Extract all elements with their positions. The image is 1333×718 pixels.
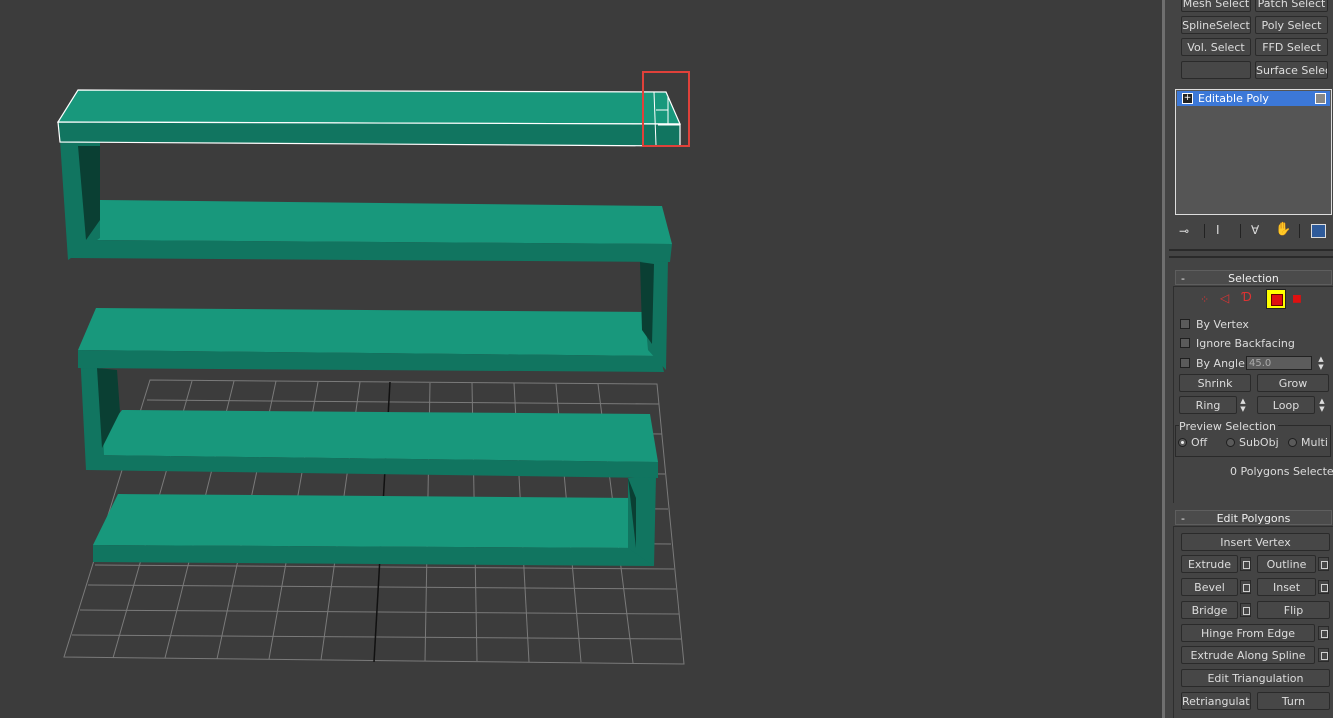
selection-status: 0 Polygons Selected [1230, 465, 1333, 478]
outline-button[interactable]: Outline [1257, 555, 1316, 573]
extrude-spline-settings-icon[interactable] [1318, 648, 1329, 662]
perspective-viewport[interactable] [0, 0, 1162, 718]
outline-settings-icon[interactable] [1318, 557, 1329, 571]
stack-item-editable-poly[interactable]: + Editable Poly [1177, 91, 1330, 106]
show-end-result-icon[interactable]: Ⅰ [1216, 223, 1220, 237]
by-vertex-label: By Vertex [1196, 318, 1249, 331]
stack-item-label: Editable Poly [1198, 92, 1269, 105]
ignore-backfacing-checkbox[interactable] [1180, 338, 1190, 348]
extrude-along-spline-button[interactable]: Extrude Along Spline [1181, 646, 1315, 664]
rollout-title: Edit Polygons [1216, 512, 1291, 525]
configure-sets-icon[interactable] [1311, 224, 1326, 238]
pin-stack-icon[interactable]: ⊸ [1179, 224, 1189, 238]
mesh-select-button[interactable]: Mesh Select [1181, 0, 1251, 12]
stack-item-toggle-icon[interactable] [1315, 93, 1326, 104]
preview-off-radio[interactable] [1178, 438, 1187, 447]
surface-select-button[interactable]: Surface Select [1255, 61, 1328, 79]
preview-subobj-radio[interactable] [1226, 438, 1235, 447]
vertex-mode-icon[interactable]: ⁘ [1200, 293, 1209, 306]
ignore-backfacing-label: Ignore Backfacing [1196, 337, 1295, 350]
shrink-button[interactable]: Shrink [1179, 374, 1251, 392]
modify-command-panel: Mesh Select Patch Select SplineSelect Po… [1165, 0, 1333, 718]
loop-button[interactable]: Loop [1257, 396, 1315, 414]
selection-rollout-header[interactable]: - Selection [1175, 270, 1332, 285]
expand-icon[interactable]: + [1182, 93, 1193, 104]
ring-spinner[interactable]: ▲ ▼ [1238, 397, 1248, 413]
selection-rollout: ⁘ ◁ Ɗ ◼ By Vertex Ignore Backfacing By A… [1173, 286, 1333, 503]
insert-vertex-button[interactable]: Insert Vertex [1181, 533, 1330, 551]
flip-button[interactable]: Flip [1257, 601, 1330, 619]
modifier-stack-list[interactable]: + Editable Poly [1175, 89, 1332, 215]
border-mode-icon[interactable]: Ɗ [1242, 290, 1252, 304]
stack-toolbar: ⊸ Ⅰ ∀ ✋ [1175, 222, 1332, 240]
turn-button[interactable]: Turn [1257, 692, 1330, 710]
poly-select-button[interactable]: Poly Select [1255, 16, 1328, 34]
polygon-mode-icon[interactable] [1266, 289, 1286, 309]
inset-settings-icon[interactable] [1318, 580, 1329, 594]
preview-multi-radio[interactable] [1288, 438, 1297, 447]
preview-off-label: Off [1191, 436, 1208, 449]
retriangulate-button[interactable]: Retriangulate [1181, 692, 1251, 710]
rollout-title: Selection [1228, 272, 1279, 285]
make-unique-icon[interactable]: ∀ [1251, 223, 1259, 237]
extrude-settings-icon[interactable] [1240, 557, 1251, 571]
collapse-icon[interactable]: - [1181, 271, 1185, 286]
element-mode-icon[interactable]: ◼ [1292, 291, 1302, 305]
preview-multi-label: Multi [1301, 436, 1328, 449]
bridge-button[interactable]: Bridge [1181, 601, 1238, 619]
hinge-settings-icon[interactable] [1318, 626, 1329, 640]
grow-button[interactable]: Grow [1257, 374, 1329, 392]
edit-polygons-rollout: Insert Vertex Extrude Outline Bevel Inse… [1173, 526, 1333, 718]
extrude-button[interactable]: Extrude [1181, 555, 1238, 573]
angle-field[interactable]: 45.0 [1246, 356, 1312, 370]
preview-subobj-label: SubObj [1239, 436, 1279, 449]
spline-select-button[interactable]: SplineSelect [1181, 16, 1251, 34]
bevel-button[interactable]: Bevel [1181, 578, 1238, 596]
edge-mode-icon[interactable]: ◁ [1220, 291, 1229, 305]
ffd-select-button[interactable]: FFD Select [1255, 38, 1328, 56]
by-angle-label: By Angle: [1196, 357, 1249, 370]
inset-button[interactable]: Inset [1257, 578, 1316, 596]
remove-modifier-icon[interactable]: ✋ [1275, 222, 1291, 237]
loop-spinner[interactable]: ▲ ▼ [1317, 397, 1327, 413]
patch-select-button[interactable]: Patch Select [1255, 0, 1328, 12]
by-angle-checkbox[interactable] [1180, 358, 1190, 368]
collapse-icon[interactable]: - [1181, 511, 1185, 526]
edit-triangulation-button[interactable]: Edit Triangulation [1181, 669, 1330, 687]
scene-render [56, 71, 690, 665]
bridge-settings-icon[interactable] [1240, 603, 1251, 617]
hinge-from-edge-button[interactable]: Hinge From Edge [1181, 624, 1315, 642]
empty-modifier-button[interactable] [1181, 61, 1251, 79]
bevel-settings-icon[interactable] [1240, 580, 1251, 594]
vol-select-button[interactable]: Vol. Select [1181, 38, 1251, 56]
preview-selection-label: Preview Selection [1179, 420, 1279, 433]
edit-polygons-rollout-header[interactable]: - Edit Polygons [1175, 510, 1332, 525]
by-vertex-checkbox[interactable] [1180, 319, 1190, 329]
ring-button[interactable]: Ring [1179, 396, 1237, 414]
preview-selection-group: Preview Selection Off SubObj Multi [1175, 420, 1331, 457]
angle-spinner[interactable]: ▲ ▼ [1316, 355, 1326, 371]
